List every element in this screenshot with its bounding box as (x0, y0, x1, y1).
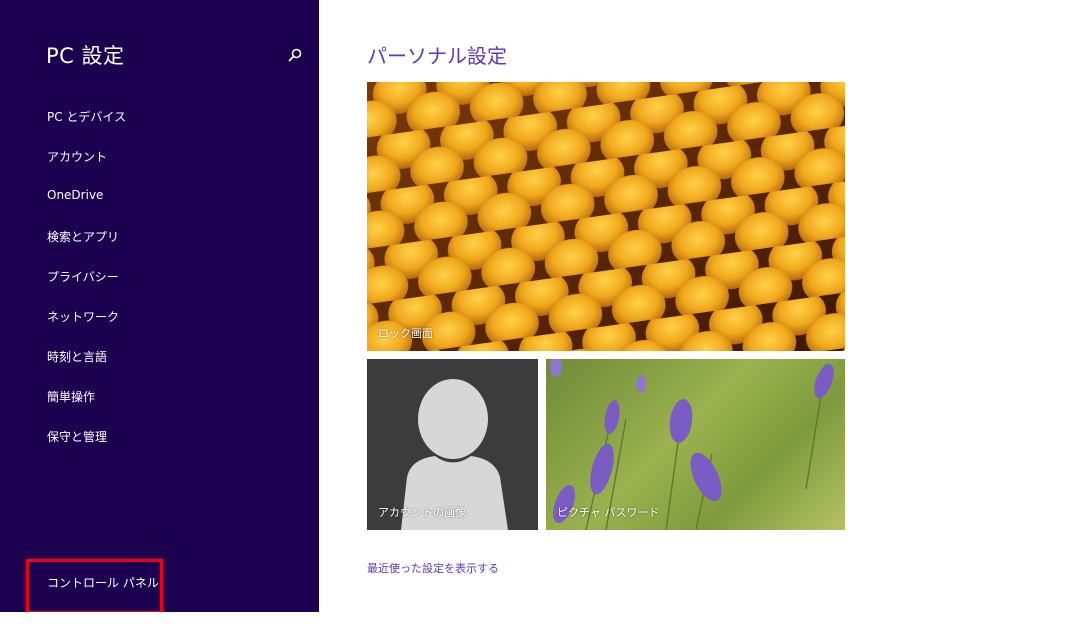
lock-screen-tile[interactable]: ロック画面 (367, 82, 845, 351)
page-title: パーソナル設定 (367, 44, 507, 68)
sidebar-item-onedrive[interactable]: OneDrive (47, 188, 103, 202)
sidebar-item-time-and-language[interactable]: 時刻と言語 (47, 348, 107, 365)
sidebar-item-search-and-apps[interactable]: 検索とアプリ (47, 228, 119, 245)
recent-settings-link[interactable]: 最近使った設定を表示する (367, 560, 499, 576)
sidebar-title: PC 設定 (46, 44, 125, 68)
bottom-strip (0, 612, 1089, 626)
sidebar-item-pc-and-devices[interactable]: PC とデバイス (47, 108, 126, 125)
sidebar-item-network[interactable]: ネットワーク (47, 308, 119, 325)
picture-password-tile[interactable]: ピクチャ パスワード (546, 359, 845, 530)
search-icon (288, 48, 302, 62)
search-button[interactable] (284, 45, 306, 67)
account-picture-tile[interactable]: アカウントの画像 (367, 359, 538, 530)
sidebar-item-ease-of-access[interactable]: 簡単操作 (47, 388, 95, 405)
lock-screen-label: ロック画面 (378, 327, 433, 340)
honeycomb-image (367, 82, 845, 351)
sidebar: PC 設定 PC とデバイス アカウント OneDrive 検索とアプリ プライ… (0, 0, 319, 614)
control-panel-link[interactable]: コントロール パネル (47, 574, 159, 591)
picture-password-label: ピクチャ パスワード (557, 506, 660, 519)
account-picture-label: アカウントの画像 (378, 506, 466, 519)
sidebar-item-accounts[interactable]: アカウント (47, 148, 107, 165)
sidebar-item-privacy[interactable]: プライバシー (47, 268, 119, 285)
sidebar-item-update-and-recovery[interactable]: 保守と管理 (47, 428, 107, 445)
